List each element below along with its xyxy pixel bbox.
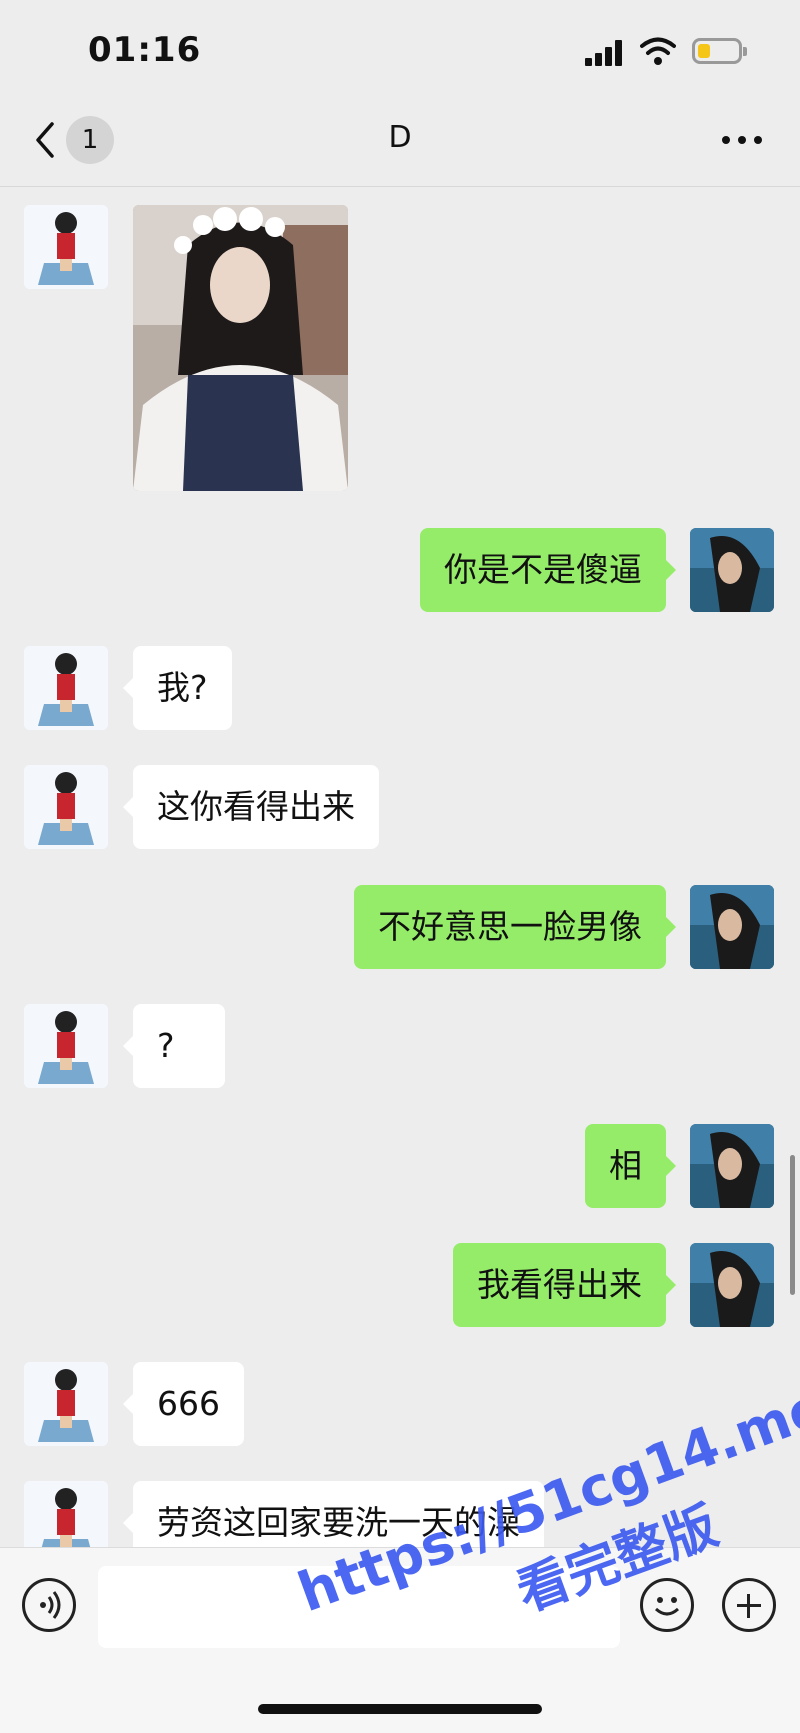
contact-avatar[interactable] <box>24 205 108 289</box>
battery-icon <box>692 38 747 64</box>
wechat-chat-screen: 01:16 1 D 你是不是傻逼 我? 这你看得出来 不好意思一脸男像 ? 相 … <box>0 0 800 1733</box>
status-bar: 01:16 <box>0 0 800 100</box>
contact-avatar[interactable] <box>24 1004 108 1088</box>
message-bubble-outgoing[interactable]: 我看得出来 <box>453 1243 676 1327</box>
contact-avatar[interactable] <box>24 1362 108 1446</box>
message-bubble-incoming[interactable]: 我? <box>123 646 232 730</box>
more-options-icon[interactable] <box>720 130 764 150</box>
add-attachment-icon[interactable] <box>722 1578 776 1632</box>
message-bubble-incoming[interactable]: ? <box>123 1004 225 1088</box>
emoji-icon[interactable] <box>640 1578 694 1632</box>
self-avatar[interactable] <box>690 885 774 969</box>
home-indicator <box>258 1704 542 1714</box>
wifi-icon <box>640 37 676 65</box>
message-bubble-outgoing[interactable]: 相 <box>585 1124 676 1208</box>
message-bubble-outgoing[interactable]: 你是不是傻逼 <box>420 528 676 612</box>
contact-avatar[interactable] <box>24 765 108 849</box>
shared-photo[interactable] <box>133 205 348 491</box>
message-bubble-incoming[interactable]: 666 <box>123 1362 244 1446</box>
chat-title: D <box>388 120 412 155</box>
self-avatar[interactable] <box>690 1124 774 1208</box>
message-bubble-incoming[interactable]: 这你看得出来 <box>123 765 379 849</box>
cellular-signal-icon <box>585 40 625 66</box>
message-bubble-outgoing[interactable]: 不好意思一脸男像 <box>354 885 676 969</box>
message-list[interactable]: 你是不是傻逼 我? 这你看得出来 不好意思一脸男像 ? 相 我看得出来 666 … <box>0 187 800 1547</box>
scrollbar[interactable] <box>790 1155 795 1295</box>
status-time: 01:16 <box>88 30 202 70</box>
voice-input-icon[interactable] <box>22 1578 76 1632</box>
self-avatar[interactable] <box>690 1243 774 1327</box>
self-avatar[interactable] <box>690 528 774 612</box>
contact-avatar[interactable] <box>24 1481 108 1547</box>
contact-avatar[interactable] <box>24 646 108 730</box>
